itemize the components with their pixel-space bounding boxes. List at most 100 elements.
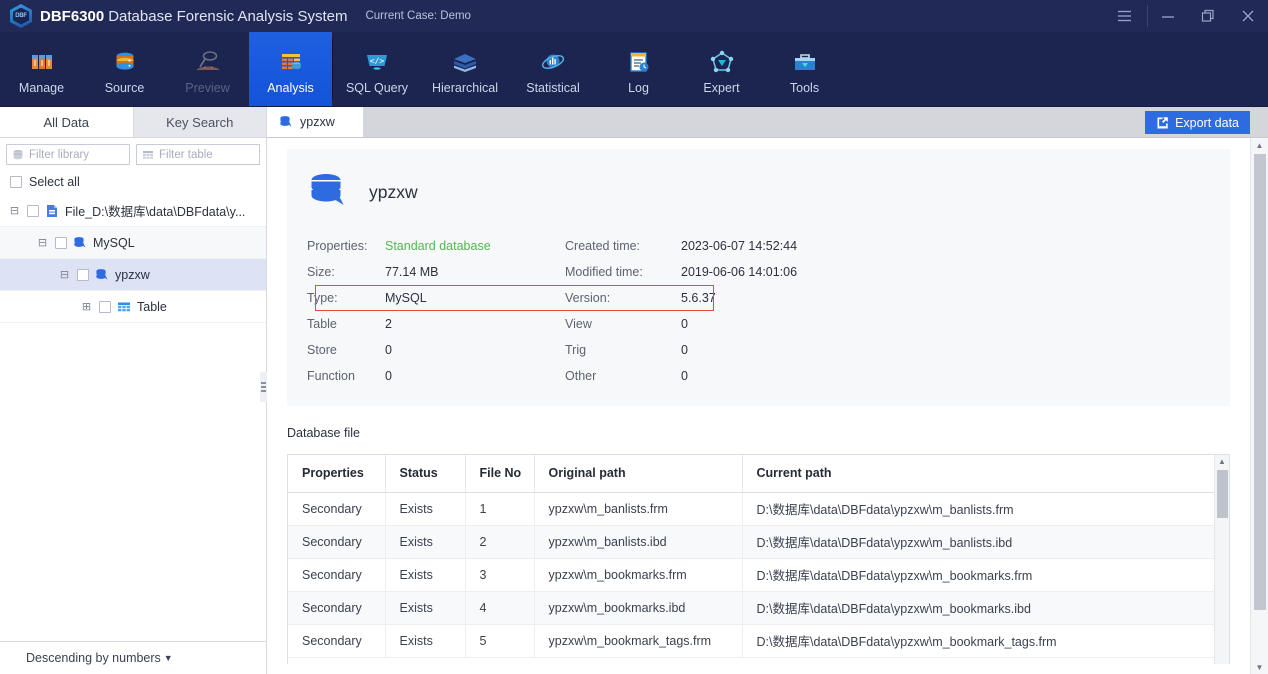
cell-file-no: 5 (465, 624, 535, 658)
collapse-icon[interactable]: ⊟ (58, 268, 71, 281)
tree-checkbox[interactable] (55, 236, 67, 249)
column-header-status[interactable]: Status (385, 455, 466, 493)
nav-item-analysis[interactable]: Analysis (249, 32, 332, 106)
hamburger-menu-icon[interactable] (1101, 0, 1147, 32)
file-table: Properties Status File No Original path … (288, 455, 1229, 658)
nav-item-log[interactable]: Log (597, 32, 680, 106)
document-tab-label: ypzxw (300, 114, 335, 129)
title-bar: DBF DBF6300 Database Forensic Analysis S… (0, 0, 1268, 32)
tree-row-mysql[interactable]: ⊟ MySQL (0, 227, 266, 259)
property-value-2: 0 (681, 369, 688, 383)
property-value-2: 0 (681, 343, 688, 357)
database-file-section-title: Database file (287, 426, 360, 440)
toolbox-icon (794, 53, 815, 70)
table-scroll-thumb[interactable] (1217, 470, 1228, 518)
tree-row-table[interactable]: ⊞ Table (0, 291, 266, 323)
table-row[interactable]: Secondary Exists 2 ypzxw\m_banlists.ibd … (288, 525, 1229, 559)
cell-file-no: 2 (465, 525, 535, 559)
sidebar: All Data Key Search Filter library Filte… (0, 107, 267, 674)
collapse-icon[interactable]: ⊟ (36, 236, 49, 249)
magnifier-dig-icon (196, 50, 219, 70)
minimize-icon[interactable] (1148, 0, 1188, 32)
sort-order-dropdown[interactable]: Descending by numbers ▼ (0, 641, 266, 674)
table-row[interactable]: Secondary Exists 1 ypzxw\m_banlists.frm … (288, 492, 1229, 526)
column-header-properties[interactable]: Properties (288, 455, 386, 493)
table-grid-icon (143, 150, 153, 159)
filter-library-input[interactable]: Filter library (6, 144, 130, 165)
cell-original-path: ypzxw\m_bookmarks.ibd (534, 591, 743, 625)
property-row: Type: MySQL Version: 5.6.37 (307, 285, 1230, 311)
page-vertical-scrollbar[interactable]: ▲ ▼ (1250, 138, 1268, 674)
sort-order-label: Descending by numbers (26, 651, 161, 665)
tree-row-ypzxw[interactable]: ⊟ ypzxw (0, 259, 266, 291)
nav-label-source: Source (104, 80, 145, 95)
property-value: MySQL (385, 291, 427, 305)
cell-original-path: ypzxw\m_bookmark_tags.frm (534, 624, 743, 658)
table-row[interactable]: Secondary Exists 5 ypzxw\m_bookmark_tags… (288, 624, 1229, 658)
nav-label-hierarchical: Hierarchical (432, 80, 498, 95)
tree-checkbox[interactable] (77, 268, 89, 281)
cell-properties: Secondary (288, 591, 386, 625)
app-name: DBF6300 (40, 7, 105, 25)
mysql-db-icon (311, 174, 344, 205)
column-header-current-path[interactable]: Current path (742, 455, 1229, 493)
cell-status: Exists (385, 558, 466, 592)
property-row: Properties: Standard database Created ti… (307, 233, 1230, 259)
restore-window-icon[interactable] (1188, 0, 1228, 32)
table-row[interactable]: Secondary Exists 4 ypzxw\m_bookmarks.ibd… (288, 591, 1229, 625)
table-vertical-scrollbar[interactable]: ▲ (1214, 455, 1229, 664)
current-case-label: Current Case: Demo (365, 10, 471, 22)
cell-file-no: 3 (465, 558, 535, 592)
cell-original-path: ypzxw\m_bookmarks.frm (534, 558, 743, 592)
tree-checkbox[interactable] (27, 204, 39, 217)
collapse-icon[interactable]: ⊟ (8, 204, 21, 217)
expand-icon[interactable]: ⊞ (80, 300, 93, 313)
table-header-row: Properties Status File No Original path … (288, 455, 1229, 493)
database-properties: Properties: Standard database Created ti… (287, 233, 1230, 389)
nav-item-preview[interactable]: Preview (166, 32, 249, 106)
tree-checkbox[interactable] (99, 300, 111, 313)
cell-properties: Secondary (288, 525, 386, 559)
nav-label-expert: Expert (703, 80, 740, 95)
property-key: Table (307, 317, 337, 331)
page-scroll-thumb[interactable] (1254, 154, 1266, 610)
column-header-original-path[interactable]: Original path (534, 455, 743, 493)
main-panel: ypzxw Export data ypzxw Properties: Stan… (267, 107, 1268, 674)
column-header-file-no[interactable]: File No (465, 455, 535, 493)
sidebar-splitter[interactable] (260, 107, 267, 674)
nav-item-source[interactable]: Source (83, 32, 166, 106)
property-value-2: 0 (681, 317, 688, 331)
nav-item-expert[interactable]: Expert (680, 32, 763, 106)
mysql-db-icon (96, 268, 108, 279)
tree-label-mysql: MySQL (93, 235, 135, 250)
scroll-down-icon[interactable]: ▼ (1251, 660, 1268, 674)
export-data-button[interactable]: Export data (1145, 111, 1250, 134)
database-info-card: ypzxw Properties: Standard database Crea… (287, 149, 1230, 406)
splitter-grip[interactable] (260, 372, 267, 402)
cell-status: Exists (385, 492, 466, 526)
select-all-row[interactable]: Select all (0, 169, 266, 195)
sidebar-tab-key-search[interactable]: Key Search (133, 107, 266, 137)
nav-item-statistical[interactable]: Statistical (509, 32, 597, 106)
filter-table-input[interactable]: Filter table (136, 144, 260, 165)
sql-code-icon: </> (367, 54, 387, 70)
property-key-2: Created time: (565, 239, 641, 253)
nav-item-manage[interactable]: Manage (0, 32, 83, 106)
select-all-checkbox[interactable] (10, 176, 22, 188)
nav-item-hierarchical[interactable]: Hierarchical (421, 32, 509, 106)
scroll-up-icon[interactable]: ▲ (1215, 455, 1229, 468)
mysql-db-icon (74, 236, 86, 247)
nav-item-sql-query[interactable]: </> SQL Query (333, 32, 421, 106)
tree-row-file[interactable]: ⊟ File_D:\数据库\data\DBFdata\y... (0, 195, 266, 227)
property-key-2: View (565, 317, 592, 331)
nav-label-statistical: Statistical (526, 80, 580, 95)
table-row[interactable]: Secondary Exists 3 ypzxw\m_bookmarks.frm… (288, 558, 1229, 592)
nav-label-sql-query: SQL Query (345, 80, 409, 95)
database-icon (116, 52, 133, 70)
window-controls (1101, 0, 1268, 32)
nav-item-tools[interactable]: Tools (763, 32, 846, 106)
sidebar-tab-all-data[interactable]: All Data (0, 107, 134, 137)
document-tab-ypzxw[interactable]: ypzxw (267, 107, 363, 137)
close-icon[interactable] (1228, 0, 1268, 32)
scroll-up-icon[interactable]: ▲ (1251, 138, 1268, 152)
